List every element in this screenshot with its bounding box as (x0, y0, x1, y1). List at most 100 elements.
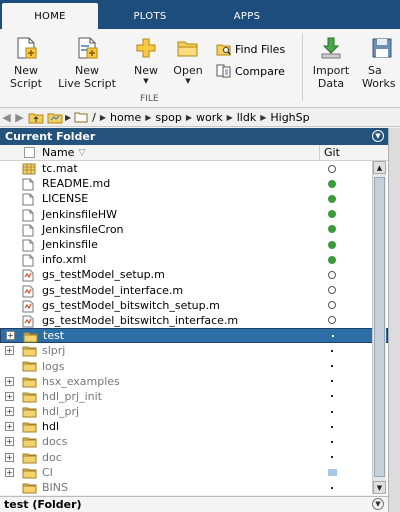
breadcrumb-segment[interactable]: work (192, 111, 227, 124)
file-row[interactable]: + CI (0, 465, 388, 480)
breadcrumb-segment[interactable]: lldk (233, 111, 260, 124)
save-workspace-icon (372, 38, 392, 58)
find-files-button[interactable]: Find Files (216, 42, 285, 56)
git-status-dot-icon (331, 349, 333, 352)
file-row[interactable]: logs (0, 358, 388, 373)
panel-menu-icon[interactable]: ▼ (372, 130, 384, 142)
scroll-up-icon[interactable]: ▲ (373, 161, 386, 174)
new-script-button[interactable]: New Script (4, 29, 48, 90)
folder-open-icon (177, 41, 198, 57)
breadcrumb-segment[interactable]: home (106, 111, 145, 124)
git-status-dot-icon (331, 365, 333, 368)
tab-home[interactable]: HOME (2, 3, 98, 29)
find-files-label: Find Files (235, 42, 286, 56)
save-workspace-label-2: Works (362, 77, 396, 90)
breadcrumb-segment[interactable]: spop (151, 111, 185, 124)
details-bar[interactable]: test (Folder) ▼ (0, 496, 388, 512)
toolstrip-tabs: HOME PLOTS APPS (0, 0, 400, 29)
file-row[interactable]: tc.mat (0, 161, 388, 176)
git-status-untracked-icon (328, 468, 337, 476)
git-status-dot-icon (331, 395, 333, 398)
file-name: BINS (42, 481, 69, 495)
file-row[interactable]: README.md (0, 176, 388, 191)
file-name: tc.mat (42, 162, 78, 176)
file-row[interactable]: Jenkinsfile (0, 237, 388, 252)
file-row[interactable]: + hdl (0, 419, 388, 434)
file-name: hdl_prj (42, 405, 80, 419)
file-name: JenkinsfileCron (42, 222, 124, 236)
current-folder-header: Current Folder ▼ (0, 128, 388, 145)
import-data-button[interactable]: Import Data (308, 29, 354, 90)
file-row[interactable]: gs_testModel_bitswitch_interface.m (0, 313, 388, 328)
new-live-script-button[interactable]: New Live Script (54, 29, 120, 90)
file-name: Jenkinsfile (42, 238, 98, 252)
expand-icon[interactable]: + (5, 407, 14, 417)
file-name: hsx_examples (42, 374, 120, 388)
file-row[interactable]: gs_testModel_setup.m (0, 267, 388, 282)
file-row[interactable]: LICENSE (0, 191, 388, 206)
expand-icon[interactable]: + (5, 376, 14, 386)
file-name: gs_testModel_bitswitch_interface.m (42, 313, 239, 327)
open-dropdown-button[interactable]: Open ▼ (168, 29, 208, 85)
file-name: slprj (42, 344, 66, 358)
compare-label: Compare (235, 64, 285, 78)
new-script-label-1: New (14, 64, 38, 77)
expand-icon[interactable]: + (5, 437, 14, 447)
chevron-down-icon: ▼ (143, 77, 149, 85)
vertical-scrollbar[interactable]: ▲ ▼ (372, 161, 386, 494)
scroll-thumb[interactable] (374, 177, 385, 477)
save-workspace-button[interactable]: Sa Works (360, 29, 400, 90)
save-workspace-label-1: Sa (368, 64, 382, 77)
file-name: gs_testModel_bitswitch_setup.m (42, 298, 220, 312)
file-name: info.xml (42, 253, 87, 267)
git-status-clean-icon (328, 164, 336, 173)
tab-apps[interactable]: APPS (202, 3, 292, 29)
file-row[interactable]: BINS (0, 480, 388, 495)
up-folder-icon[interactable] (28, 111, 44, 124)
column-header-git[interactable]: Git (320, 145, 368, 160)
git-status-modified-icon (328, 225, 336, 234)
select-all-checkbox[interactable] (24, 147, 35, 158)
file-row[interactable]: JenkinsfileCron (0, 222, 388, 237)
file-row[interactable]: + hdl_prj (0, 404, 388, 419)
compare-button[interactable]: Compare (216, 64, 285, 78)
file-name: gs_testModel_setup.m (42, 268, 165, 282)
back-arrow-icon[interactable]: ◀ (0, 111, 13, 124)
folder-icon (74, 112, 88, 123)
column-header-name[interactable]: Name ▽ (0, 145, 320, 160)
file-row[interactable]: + hdl_prj_init (0, 389, 388, 404)
file-row[interactable]: + test (0, 328, 388, 344)
file-row[interactable]: + slprj (0, 343, 388, 358)
git-status-modified-icon (328, 210, 336, 219)
forward-arrow-icon[interactable]: ▶ (13, 111, 26, 124)
git-status-dot-icon (331, 440, 333, 443)
browse-folder-icon[interactable] (47, 111, 63, 124)
new-script-icon (17, 37, 37, 59)
expand-icon[interactable]: + (5, 346, 14, 356)
expand-icon[interactable]: + (5, 391, 14, 401)
breadcrumb-segment[interactable]: HighSp (266, 111, 313, 124)
new-dropdown-button[interactable]: New ▼ (128, 29, 164, 85)
file-row[interactable]: + docs (0, 434, 388, 449)
adjacent-panel-edge (388, 128, 400, 512)
git-status-modified-icon (328, 179, 336, 188)
file-row[interactable]: + hsx_examples (0, 374, 388, 389)
git-status-modified-icon (328, 194, 336, 203)
scroll-down-icon[interactable]: ▼ (373, 481, 386, 494)
expand-icon[interactable]: + (5, 422, 14, 432)
file-row[interactable]: info.xml (0, 252, 388, 267)
file-row[interactable]: gs_testModel_bitswitch_setup.m (0, 298, 388, 313)
breadcrumb-arrow-icon: ▶ (65, 112, 72, 122)
expand-icon[interactable]: + (5, 452, 14, 462)
git-status-clean-icon (328, 270, 336, 279)
chevron-down-icon[interactable]: ▼ (372, 498, 384, 510)
file-group-label: FILE (140, 94, 159, 104)
import-data-icon (321, 37, 341, 59)
file-row[interactable]: JenkinsfileHW (0, 207, 388, 222)
file-row[interactable]: + doc (0, 450, 388, 465)
tab-plots[interactable]: PLOTS (98, 3, 202, 29)
file-row[interactable]: gs_testModel_interface.m (0, 283, 388, 298)
breadcrumb-root[interactable]: / (88, 111, 100, 124)
expand-icon[interactable]: + (5, 467, 14, 477)
expand-icon[interactable]: + (6, 331, 15, 341)
